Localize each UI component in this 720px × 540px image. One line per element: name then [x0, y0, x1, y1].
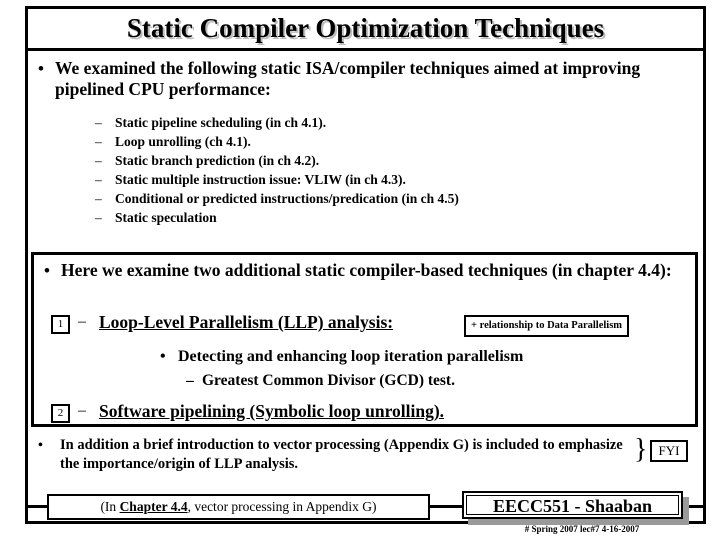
- footer-connector-left: [28, 505, 49, 508]
- brace-icon: }: [634, 434, 648, 465]
- footer-chapter-link[interactable]: Chapter 4.4: [120, 499, 188, 514]
- page-title-text: Static Compiler Optimization Techniques: [126, 13, 605, 43]
- dash-marker-icon: –: [95, 115, 102, 130]
- dash-marker-icon: –: [78, 402, 86, 419]
- gcd-dash-marker-icon: –: [186, 372, 194, 389]
- intro-bullet-text: We examined the following static ISA/com…: [55, 58, 641, 99]
- llp-analysis-heading[interactable]: Loop-Level Parallelism (LLP) analysis:: [99, 312, 393, 333]
- list-item-label: Static pipeline scheduling (in ch 4.1).: [115, 115, 327, 130]
- dash-marker-icon: –: [95, 134, 102, 149]
- course-badge: EECC551 - Shaaban: [462, 491, 683, 519]
- gcd-text: Greatest Common Divisor (GCD) test.: [202, 372, 455, 389]
- step-number-2-label: 2: [57, 407, 64, 419]
- list-item-label: Static multiple instruction issue: VLIW …: [115, 172, 406, 187]
- list-item: – Loop unrolling (ch 4.1).: [95, 132, 675, 151]
- intro-bullet: • We examined the following static ISA/c…: [38, 58, 688, 100]
- footer-reference-prefix: (In: [100, 499, 120, 514]
- footer-connector-middle: [428, 505, 463, 508]
- mid-bullet: • Here we examine two additional static …: [44, 260, 694, 281]
- step-number-1: 1: [51, 315, 70, 334]
- course-badge-label: EECC551 - Shaaban: [466, 495, 679, 516]
- title-divider: [28, 48, 703, 51]
- bullet-marker-icon: •: [38, 438, 43, 453]
- list-item-label: Loop unrolling (ch 4.1).: [115, 134, 251, 149]
- bullet-marker-icon: •: [38, 59, 44, 78]
- vector-note-bullet: • In addition a brief introduction to ve…: [38, 436, 638, 474]
- detect-bullet-marker-icon: •: [160, 348, 166, 365]
- footer-reference-box: (In Chapter 4.4, vector processing in Ap…: [47, 494, 430, 520]
- software-pipelining-heading[interactable]: Software pipelining (Symbolic loop unrol…: [99, 401, 444, 422]
- dash-marker-icon: –: [95, 191, 102, 206]
- step-number-1-label: 1: [57, 318, 64, 330]
- list-item: – Conditional or predicted instructions/…: [95, 189, 675, 208]
- data-parallelism-callout: + relationship to Data Parallelism: [464, 315, 630, 337]
- dash-marker-icon: –: [95, 153, 102, 168]
- bullet-marker-icon: •: [44, 261, 50, 280]
- page-title: Static Compiler Optimization Techniques: [25, 13, 706, 43]
- list-item-label: Static speculation: [115, 210, 217, 225]
- list-item: – Static multiple instruction issue: VLI…: [95, 170, 675, 189]
- list-item-label: Static branch prediction (in ch 4.2).: [115, 153, 320, 168]
- fyi-badge: FYI: [650, 440, 688, 462]
- lecture-footnote: # Spring 2007 lec#7 4-16-2007: [524, 524, 640, 534]
- list-item: – Static pipeline scheduling (in ch 4.1)…: [95, 113, 675, 132]
- vector-note-text: In addition a brief introduction to vect…: [60, 437, 623, 472]
- list-item: – Static speculation: [95, 208, 675, 227]
- footer-connector-right: [688, 505, 706, 508]
- dash-marker-icon: –: [78, 313, 86, 330]
- mid-bullet-text: Here we examine two additional static co…: [61, 260, 672, 280]
- dash-marker-icon: –: [95, 172, 102, 187]
- list-item: – Static branch prediction (in ch 4.2).: [95, 151, 675, 170]
- dash-marker-icon: –: [95, 210, 102, 225]
- detect-bullet-text: Detecting and enhancing loop iteration p…: [178, 348, 524, 365]
- footer-reference-suffix: , vector processing in Appendix G): [187, 499, 377, 514]
- techniques-list: – Static pipeline scheduling (in ch 4.1)…: [95, 113, 675, 227]
- list-item-label: Conditional or predicted instructions/pr…: [115, 191, 459, 206]
- step-number-2: 2: [51, 404, 70, 423]
